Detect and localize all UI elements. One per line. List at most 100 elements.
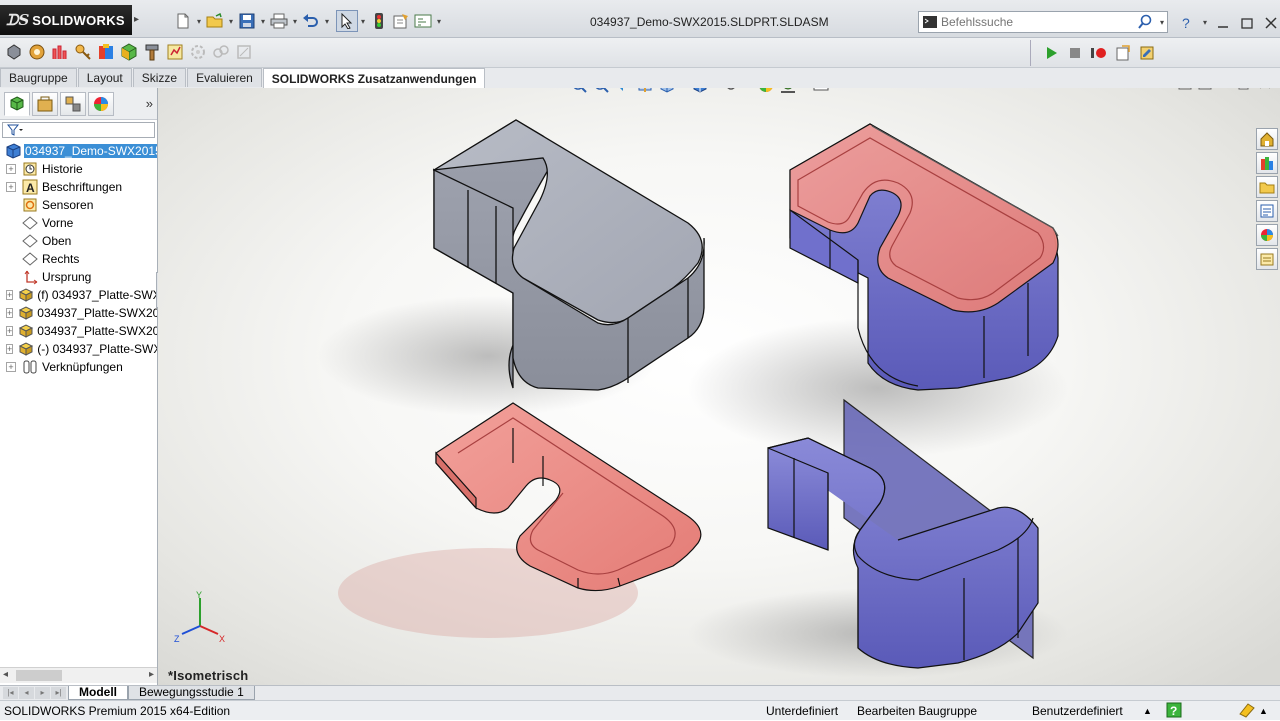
play-icon[interactable]	[1041, 42, 1061, 64]
help-status-icon[interactable]: ?	[1166, 702, 1182, 721]
tree-item-part-2[interactable]: + 034937_Platte-SWX20	[0, 304, 157, 322]
zoom-to-fit-icon[interactable]	[568, 88, 589, 96]
minimize-icon[interactable]	[1212, 12, 1234, 34]
print-dropdown-icon[interactable]: ▾	[290, 17, 300, 26]
units-menu-icon[interactable]: ▲	[1143, 706, 1152, 716]
status-menu-icon[interactable]: ▲	[1259, 706, 1268, 716]
zoom-to-area-icon[interactable]	[590, 88, 611, 96]
motion-disabled-icon[interactable]	[211, 41, 231, 63]
toolbox-icon[interactable]	[50, 41, 70, 63]
solidworks-logo[interactable]: ᗪS SOLIDWORKS	[0, 5, 132, 35]
hide-show-dropdown-icon[interactable]: ▾	[744, 88, 754, 90]
tab-evaluieren[interactable]: Evaluieren	[187, 68, 262, 87]
view-palette-icon[interactable]	[1256, 200, 1278, 222]
logo-menu-arrow-icon[interactable]: ▸	[134, 10, 144, 30]
tree-item-ursprung[interactable]: Ursprung	[0, 268, 157, 286]
section-view-icon[interactable]	[634, 88, 655, 96]
view-settings-dropdown-icon[interactable]: ▾	[832, 88, 842, 90]
design-library-pane-icon[interactable]	[1256, 152, 1278, 174]
tree-item-verknuepfungen[interactable]: + Verknüpfungen	[0, 358, 157, 376]
new-document-icon[interactable]	[172, 10, 194, 32]
expand-icon[interactable]: +	[6, 362, 16, 372]
options-icon[interactable]	[412, 10, 434, 32]
rebuild-status-icon[interactable]	[1238, 702, 1256, 721]
viewport-minimize-icon[interactable]	[1218, 88, 1232, 90]
previous-view-icon[interactable]	[612, 88, 633, 96]
display-manager-tab-icon[interactable]	[88, 91, 114, 116]
options-dropdown-icon[interactable]: ▾	[434, 17, 444, 26]
viewport-expand-icon[interactable]	[1198, 88, 1212, 90]
file-properties-icon[interactable]	[390, 10, 412, 32]
settings-sheet-icon[interactable]	[1137, 42, 1157, 64]
select-pointer-icon[interactable]	[336, 10, 358, 32]
tab-modell[interactable]: Modell	[68, 686, 128, 700]
stop-icon[interactable]	[1065, 42, 1085, 64]
simulation-disabled-icon[interactable]	[234, 41, 254, 63]
expand-icon[interactable]: +	[6, 182, 16, 192]
tree-item-part-1[interactable]: + (f) 034937_Platte-SWX	[0, 286, 157, 304]
scrollbar-thumb[interactable]	[16, 670, 62, 681]
view-settings-icon[interactable]	[810, 88, 831, 96]
design-library-icon[interactable]	[96, 41, 116, 63]
appearance-cube-icon[interactable]	[119, 41, 139, 63]
undo-icon[interactable]	[300, 10, 322, 32]
rebuild-traffic-light-icon[interactable]	[368, 10, 390, 32]
viewport-restore-icon[interactable]	[1238, 88, 1252, 90]
help-icon[interactable]: ?	[1176, 12, 1198, 34]
tree-root-assembly[interactable]: 034937_Demo-SWX2015.S	[0, 142, 157, 160]
tab-baugruppe[interactable]: Baugruppe	[0, 68, 77, 87]
custom-properties-icon[interactable]	[1256, 248, 1278, 270]
record-icon[interactable]	[1089, 42, 1109, 64]
open-dropdown-icon[interactable]: ▾	[226, 17, 236, 26]
save-dropdown-icon[interactable]: ▾	[258, 17, 268, 26]
tree-item-part-4[interactable]: + (-) 034937_Platte-SWX	[0, 340, 157, 358]
tree-item-oben[interactable]: Oben	[0, 232, 157, 250]
display-style-dropdown-icon[interactable]: ▾	[711, 88, 721, 90]
tree-filter[interactable]	[2, 122, 155, 138]
prev-tab-icon[interactable]: ◂	[19, 687, 34, 699]
expand-icon[interactable]: +	[6, 164, 16, 174]
edit-appearance-icon[interactable]	[755, 88, 776, 96]
export-icon[interactable]	[1113, 42, 1133, 64]
apply-scene-icon[interactable]	[777, 88, 798, 96]
layout-chart-icon[interactable]	[165, 41, 185, 63]
mate-icon[interactable]	[4, 41, 24, 63]
tab-bewegungsstudie[interactable]: Bewegungsstudie 1	[128, 686, 255, 700]
tab-zusatzanwendungen[interactable]: SOLIDWORKS Zusatzanwendungen	[262, 68, 486, 90]
expand-icon[interactable]: +	[6, 344, 14, 354]
feature-tree-tab-icon[interactable]	[4, 91, 30, 116]
status-units[interactable]: Benutzerdefiniert	[1032, 704, 1123, 718]
restore-icon[interactable]	[1236, 12, 1258, 34]
configuration-manager-tab-icon[interactable]	[60, 91, 86, 116]
help-dropdown-icon[interactable]: ▾	[1200, 18, 1210, 34]
last-tab-icon[interactable]: ▸|	[51, 687, 66, 699]
select-dropdown-icon[interactable]: ▾	[358, 17, 368, 26]
close-icon[interactable]	[1260, 12, 1280, 34]
next-tab-icon[interactable]: ▸	[35, 687, 50, 699]
graphics-area[interactable]: ▾ ▾ ▾ ▾ ▾ Y X Z *Isometrisch	[158, 88, 1280, 685]
command-search[interactable]: ▾	[918, 11, 1168, 33]
smart-fasteners-icon[interactable]	[27, 41, 47, 63]
viewport-split-icon[interactable]	[1178, 88, 1192, 90]
tree-item-historie[interactable]: + Historie	[0, 160, 157, 178]
tree-item-beschriftungen[interactable]: + A Beschriftungen	[0, 178, 157, 196]
tree-item-sensoren[interactable]: Sensoren	[0, 196, 157, 214]
tree-item-vorne[interactable]: Vorne	[0, 214, 157, 232]
scroll-right-icon[interactable]: ▸	[149, 669, 154, 680]
expand-panel-icon[interactable]: »	[146, 96, 153, 111]
search-icon[interactable]	[1133, 12, 1157, 32]
view-orientation-icon[interactable]	[656, 88, 677, 96]
key-icon[interactable]	[73, 41, 93, 63]
open-folder-icon[interactable]	[204, 10, 226, 32]
search-dropdown-icon[interactable]: ▾	[1157, 18, 1167, 27]
print-icon[interactable]	[268, 10, 290, 32]
tree-item-part-3[interactable]: + 034937_Platte-SWX20	[0, 322, 157, 340]
expand-icon[interactable]: +	[6, 290, 14, 300]
expand-icon[interactable]: +	[6, 308, 14, 318]
undo-dropdown-icon[interactable]: ▾	[322, 17, 332, 26]
solidworks-resources-icon[interactable]	[1256, 128, 1278, 150]
scroll-left-icon[interactable]: ◂	[3, 669, 8, 680]
view-orientation-dropdown-icon[interactable]: ▾	[678, 88, 688, 90]
save-icon[interactable]	[236, 10, 258, 32]
gear-disabled-icon[interactable]	[188, 41, 208, 63]
